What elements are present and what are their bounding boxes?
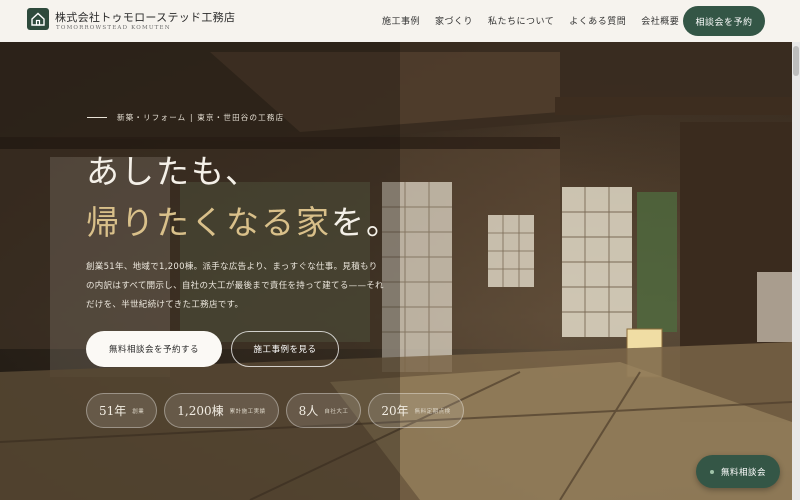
stat-label: 累計施工実績 [229, 408, 266, 415]
site-header: 株式会社トゥモローステッド工務店 TOMORROWSTEAD KOMUTEN 施… [0, 0, 800, 42]
nav-item-about[interactable]: 私たちについて [488, 14, 554, 27]
stat-badge: 51年 創業 [86, 393, 158, 428]
nav-item-company[interactable]: 会社概要 [641, 14, 679, 27]
nav-item-house-building[interactable]: 家づくり [435, 14, 473, 27]
stat-badge: 8人 自社大工 [285, 393, 362, 428]
hero-headline-line-2: 帰りたくなる家を。 [86, 196, 401, 244]
brand-subtitle: TOMORROWSTEAD KOMUTEN [56, 25, 171, 31]
main-nav: 施工事例 家づくり 私たちについて よくある質問 会社概要 [382, 14, 694, 27]
stats-row: 51年 創業 1,200棟 累計施工実績 8人 自社大工 20年 無料定期点検 [86, 393, 471, 428]
nav-item-faq[interactable]: よくある質問 [569, 14, 626, 27]
hero-eyebrow: 新築・リフォーム | 東京・世田谷の工務店 [87, 112, 284, 123]
stat-label: 自社大工 [324, 408, 349, 415]
floating-consultation-button[interactable]: 無料相談会 [696, 455, 780, 488]
scrollbar-thumb[interactable] [793, 46, 799, 76]
stat-badge: 20年 無料定期点検 [368, 393, 464, 428]
stat-number: 51年 [99, 404, 127, 418]
stat-badge: 1,200棟 累計施工実績 [164, 393, 279, 428]
brand-name[interactable]: 株式会社トゥモローステッド工務店 [55, 9, 235, 25]
hero-lead-text: 創業51年、地域で1,200棟。派手な広告より、まっすぐな仕事。見積もりの内訳は… [86, 262, 384, 310]
eyebrow-text: 新築・リフォーム | 東京・世田谷の工務店 [117, 113, 285, 122]
stat-number: 20年 [381, 404, 409, 418]
stat-label: 無料定期点検 [414, 408, 451, 415]
eyebrow-line [87, 117, 107, 118]
floating-cta-label: 無料相談会 [720, 467, 766, 478]
book-free-consultation-button[interactable]: 無料相談会を予約する [86, 331, 222, 367]
headline-rest: を。 [331, 203, 401, 242]
view-works-button[interactable]: 施工事例を見る [231, 331, 339, 367]
scrollbar[interactable] [792, 42, 800, 500]
stat-label: 創業 [132, 408, 145, 415]
status-dot-icon [709, 469, 714, 474]
stat-number: 1,200棟 [177, 404, 224, 418]
stat-number: 8人 [298, 404, 319, 418]
hero-headline-line-1: あしたも、 [86, 152, 261, 191]
house-icon[interactable] [27, 8, 49, 30]
reserve-consultation-button[interactable]: 相談会を予約 [683, 6, 765, 36]
headline-accent: 帰りたくなる家 [86, 203, 331, 242]
nav-item-works[interactable]: 施工事例 [382, 14, 420, 27]
